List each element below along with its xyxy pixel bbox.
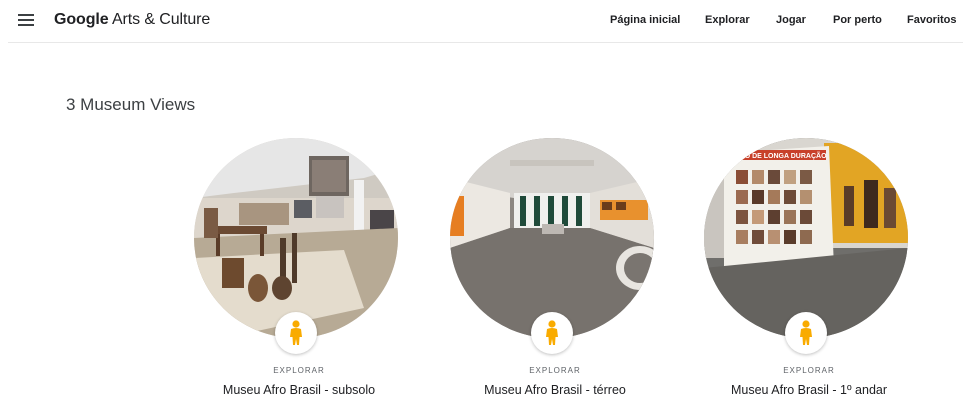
museum-view-thumbnail-terreo[interactable] [450,138,654,338]
pegman-street-view-button[interactable] [531,312,573,354]
pegman-icon [290,320,302,345]
logo[interactable]: Google Arts & Culture [54,11,210,29]
nav-jogar[interactable]: Jogar [776,14,806,26]
nav-por-perto[interactable]: Por perto [833,14,882,26]
card-title[interactable]: Museu Afro Brasil - subsolo [194,383,404,397]
card-kicker: EXPLORAR [529,366,581,375]
nav-pagina-inicial[interactable]: Página inicial [610,14,680,26]
nav-explorar[interactable]: Explorar [705,14,750,26]
card-kicker: EXPLORAR [273,366,325,375]
museum-view-card-1-andar[interactable]: SIÇÃO DE LONGA DURAÇÃO EXPLORAR Museu Af… [704,138,914,400]
top-app-bar: Google Arts & Culture Página inicial Exp… [0,0,963,42]
card-kicker: EXPLORAR [783,366,835,375]
pegman-icon [800,320,812,345]
logo-brand: Google [54,11,109,28]
card-title[interactable]: Museu Afro Brasil - 1º andar [704,383,914,397]
pegman-icon [546,320,558,345]
section-title: 3 Museum Views [66,95,196,114]
pegman-street-view-button[interactable] [275,312,317,354]
nav-favoritos[interactable]: Favoritos [907,14,957,26]
header-divider [8,42,963,43]
pegman-street-view-button[interactable] [785,312,827,354]
museum-view-thumbnail-subsolo[interactable] [194,138,398,338]
card-title[interactable]: Museu Afro Brasil - térreo [450,383,660,397]
museum-view-card-subsolo[interactable]: EXPLORAR Museu Afro Brasil - subsolo [194,138,404,400]
museum-view-thumbnail-1-andar[interactable]: SIÇÃO DE LONGA DURAÇÃO [704,138,908,338]
museum-view-card-terreo[interactable]: EXPLORAR Museu Afro Brasil - térreo [450,138,660,400]
svg-text:SIÇÃO DE LONGA DURAÇÃO: SIÇÃO DE LONGA DURAÇÃO [728,151,827,160]
logo-rest: Arts & Culture [108,11,211,28]
menu-icon[interactable] [18,14,34,26]
